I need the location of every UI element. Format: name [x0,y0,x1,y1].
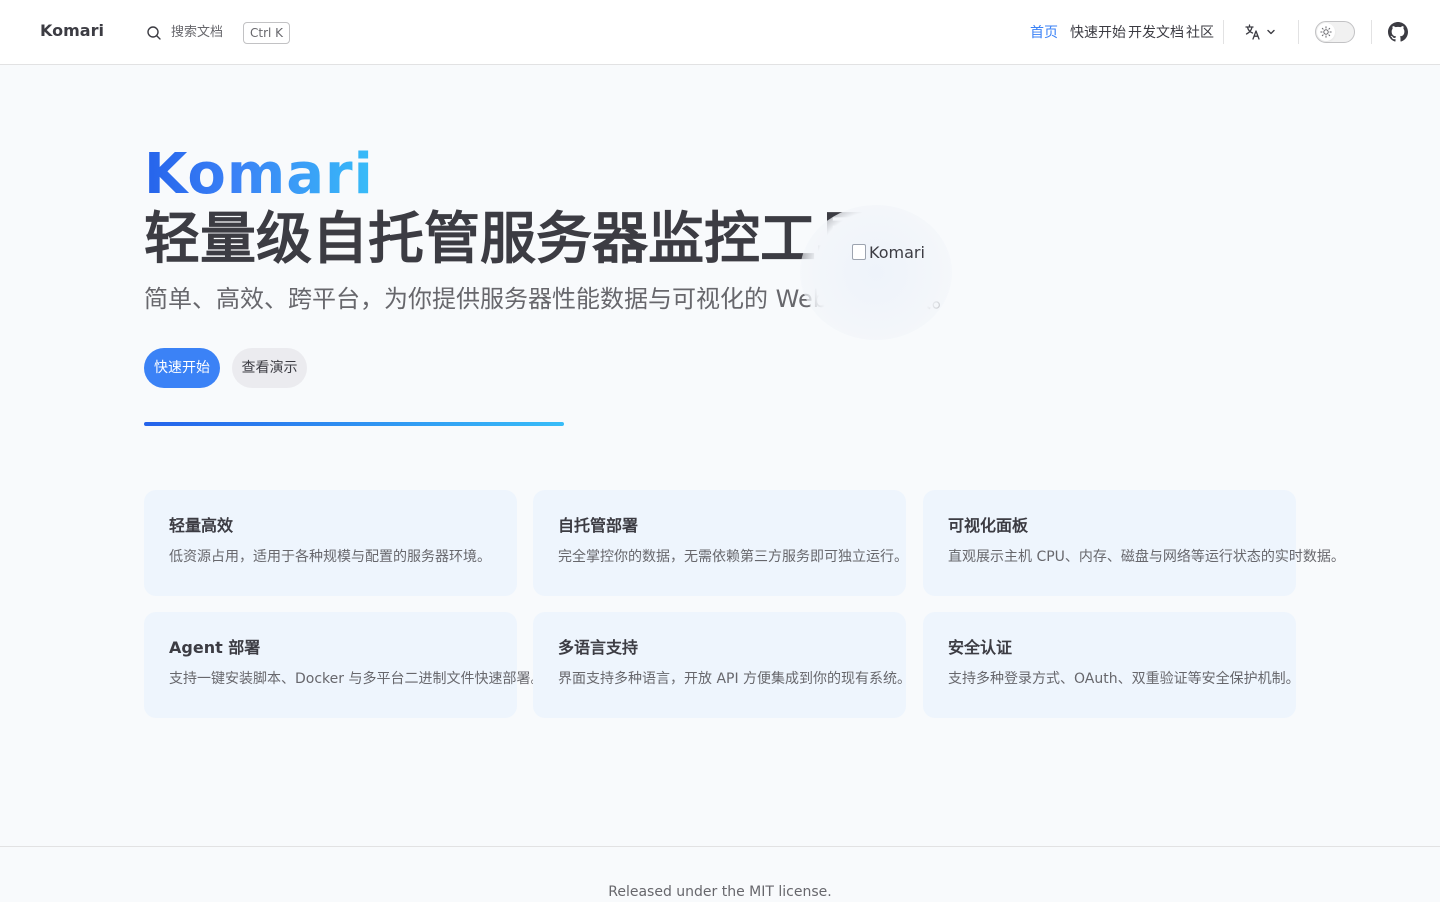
feature-details: 支持一键安装脚本、Docker 与多平台二进制文件快速部署。 [169,671,545,687]
hero-text: 轻量级自托管服务器监控工具 [144,207,872,272]
feature-title: 多语言支持 [558,638,639,657]
footer-message: Released under the MIT license. [608,884,832,900]
feature-details: 低资源占用，适用于各种规模与配置的服务器环境。 [169,549,491,565]
search-shortcut: Ctrl K [243,22,291,44]
chevron-down-icon [1266,27,1276,37]
hero-image-alt: Komari [869,242,925,262]
view-demo-button[interactable]: 查看演示 [232,348,307,388]
search-button[interactable]: 搜索文档 Ctrl K [146,20,291,46]
feature-title: 安全认证 [948,638,1013,657]
feature-title: 轻量高效 [169,516,234,535]
feature-details: 界面支持多种语言，开放 API 方便集成到你的现有系统。 [558,671,912,687]
site-footer: Released under the MIT license. [0,846,1440,900]
feature-card[interactable]: 多语言支持 界面支持多种语言，开放 API 方便集成到你的现有系统。 [533,612,912,718]
feature-card[interactable]: 轻量高效 低资源占用，适用于各种规模与配置的服务器环境。 [144,490,517,596]
feature-title: Agent 部署 [169,638,261,657]
feature-card[interactable]: 安全认证 支持多种登录方式、OAuth、双重验证等安全保护机制。 [923,612,1300,718]
get-started-button[interactable]: 快速开始 [144,348,220,388]
broken-image-icon [852,244,866,260]
github-link[interactable] [1388,22,1408,42]
hero-divider [144,422,564,426]
top-navbar: Komari 搜索文档 Ctrl K 首页 快速开始 开发文档 社区 [0,0,1440,65]
feature-details: 支持多种登录方式、OAuth、双重验证等安全保护机制。 [948,671,1300,687]
language-switcher[interactable] [1244,22,1276,42]
hero-name: Komari [144,142,374,207]
github-icon [1388,22,1408,46]
search-label: 搜索文档 [171,25,224,40]
feature-title: 自托管部署 [558,516,639,535]
site-brand[interactable]: Komari [40,20,104,42]
nav-getting-started[interactable]: 快速开始 [1070,22,1126,44]
nav-community[interactable]: 社区 [1186,22,1214,44]
translate-icon [1244,23,1262,41]
feature-card[interactable]: Agent 部署 支持一键安装脚本、Docker 与多平台二进制文件快速部署。 [144,612,545,718]
nav-home[interactable]: 首页 [1030,22,1058,44]
nav-divider [1223,20,1224,44]
feature-details: 直观展示主机 CPU、内存、磁盘与网络等运行状态的实时数据。 [948,549,1345,565]
hero-image-background [800,205,952,340]
feature-card[interactable]: 自托管部署 完全掌控你的数据，无需依赖第三方服务即可独立运行。 [533,490,908,596]
feature-card[interactable]: 可视化面板 直观展示主机 CPU、内存、磁盘与网络等运行状态的实时数据。 [923,490,1345,596]
nav-divider [1298,20,1299,44]
feature-title: 可视化面板 [948,516,1029,535]
feature-details: 完全掌控你的数据，无需依赖第三方服务即可独立运行。 [558,549,908,565]
nav-divider [1371,20,1372,44]
hero-image: Komari [852,240,925,264]
theme-toggle[interactable] [1315,21,1355,43]
search-icon [146,25,162,41]
nav-dev-docs[interactable]: 开发文档 [1128,22,1184,44]
toggle-knob [1317,23,1335,41]
sun-icon [1320,23,1332,42]
